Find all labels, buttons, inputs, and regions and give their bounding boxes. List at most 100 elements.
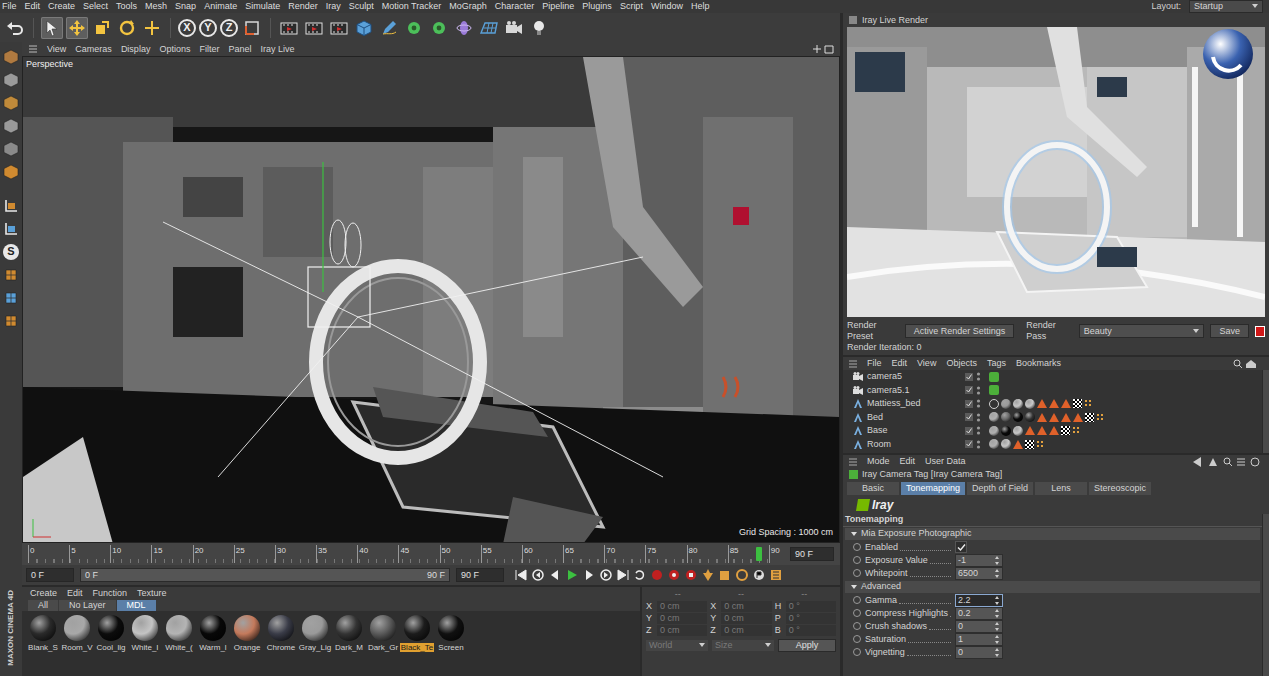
- tool-button[interactable]: [41, 17, 63, 39]
- selection-tag-icon[interactable]: [1037, 413, 1047, 422]
- phong-tag-icon[interactable]: [1072, 426, 1081, 435]
- viewport-menu-item[interactable]: Panel: [228, 44, 251, 55]
- toolbar-button[interactable]: [278, 17, 300, 39]
- material-tag-icon[interactable]: [989, 439, 999, 449]
- parameter-field[interactable]: 2.2: [955, 594, 1003, 607]
- menu-item[interactable]: Pipeline: [542, 1, 574, 12]
- mode-button[interactable]: [2, 197, 20, 215]
- step-forward-icon[interactable]: [582, 569, 596, 581]
- visibility-dots-icon[interactable]: [976, 399, 981, 408]
- object-scrollbar[interactable]: [1262, 370, 1269, 453]
- viewport-menu-item[interactable]: Filter: [199, 44, 219, 55]
- mode-button[interactable]: [2, 140, 20, 158]
- iray-camera-tag-icon[interactable]: [989, 372, 999, 382]
- material-item[interactable]: Black_Te: [402, 615, 432, 676]
- material-menu-item[interactable]: Function: [93, 588, 128, 599]
- navigation-icon[interactable]: [1193, 457, 1263, 467]
- material-item[interactable]: Warm_l: [198, 615, 228, 676]
- selection-tag-icon[interactable]: [1049, 399, 1059, 408]
- rotation-field[interactable]: 0 °: [786, 613, 836, 624]
- menu-item[interactable]: Character: [495, 1, 535, 12]
- material-item[interactable]: Orange: [232, 615, 262, 676]
- max-frame-field[interactable]: 90 F: [456, 568, 504, 583]
- object-row[interactable]: Bed: [843, 411, 1262, 425]
- mode-button[interactable]: [2, 312, 20, 330]
- spinner-arrows-icon[interactable]: [995, 622, 1000, 631]
- parameter-field[interactable]: -1: [955, 554, 1003, 567]
- animate-dot-icon[interactable]: [853, 556, 861, 564]
- go-to-start-icon[interactable]: [514, 569, 528, 581]
- animate-dot-icon[interactable]: [853, 609, 861, 617]
- enabled-check-icon[interactable]: [965, 427, 973, 435]
- menu-item[interactable]: Window: [651, 1, 683, 12]
- range-slider[interactable]: 0 F90 F: [80, 568, 450, 583]
- spinner-arrows-icon[interactable]: [995, 596, 1000, 605]
- material-tag-icon[interactable]: [1025, 399, 1035, 409]
- object-menu-item[interactable]: Edit: [892, 358, 908, 369]
- material-tag-icon[interactable]: [989, 412, 999, 422]
- axis-lock-button[interactable]: Y: [199, 19, 217, 37]
- stop-render-icon[interactable]: [1255, 326, 1265, 337]
- tool-button[interactable]: [141, 17, 163, 39]
- enabled-check-icon[interactable]: [965, 373, 973, 381]
- key-position-icon[interactable]: [701, 569, 715, 581]
- menu-item[interactable]: Mesh: [145, 1, 167, 12]
- object-menu-item[interactable]: View: [917, 358, 936, 369]
- attribute-tab[interactable]: Tonemapping: [901, 482, 965, 495]
- material-menu-item[interactable]: Edit: [67, 588, 83, 599]
- menu-item[interactable]: Motion Tracker: [382, 1, 442, 12]
- coordinate-system-button[interactable]: [241, 17, 263, 39]
- animate-dot-icon[interactable]: [853, 622, 861, 630]
- parameter-field[interactable]: 6500: [955, 567, 1003, 580]
- menu-item[interactable]: MoGraph: [449, 1, 487, 12]
- uvw-tag-icon[interactable]: [1061, 426, 1070, 435]
- selection-tag-icon[interactable]: [1061, 399, 1071, 408]
- autokey-icon[interactable]: [667, 569, 681, 581]
- key-pla-icon[interactable]: [769, 569, 783, 581]
- object-row[interactable]: Room: [843, 438, 1262, 452]
- position-field[interactable]: 0 cm: [657, 625, 707, 636]
- menu-item[interactable]: Tools: [116, 1, 137, 12]
- material-item[interactable]: White_(: [164, 615, 194, 676]
- mode-button[interactable]: [2, 266, 20, 284]
- parameter-checkbox[interactable]: [955, 541, 967, 553]
- menu-item[interactable]: Edit: [25, 1, 41, 12]
- render-pass-dropdown[interactable]: Beauty: [1079, 324, 1205, 339]
- selection-tag-icon[interactable]: [1013, 440, 1023, 449]
- viewport-menu-item[interactable]: Iray Live: [260, 44, 294, 55]
- material-item[interactable]: Gray_Lig: [300, 615, 330, 676]
- layout-dropdown[interactable]: Startup: [1189, 0, 1263, 13]
- spinner-arrows-icon[interactable]: [995, 609, 1000, 618]
- go-to-end-icon[interactable]: [616, 569, 630, 581]
- undo-button[interactable]: [4, 17, 26, 39]
- parameter-field[interactable]: 0.2: [955, 607, 1003, 620]
- object-row[interactable]: camera5: [843, 370, 1262, 384]
- viewport-menu-item[interactable]: Display: [121, 44, 151, 55]
- coordinates-dropdown[interactable]: World: [646, 640, 708, 651]
- selection-tag-icon[interactable]: [1073, 413, 1083, 422]
- material-tag-icon[interactable]: [1013, 399, 1023, 409]
- animate-dot-icon[interactable]: [853, 596, 861, 604]
- material-tag-icon[interactable]: [1013, 412, 1023, 422]
- tool-button[interactable]: [66, 17, 88, 39]
- iray-camera-tag-icon[interactable]: [989, 385, 999, 395]
- mode-button[interactable]: [2, 48, 20, 66]
- enabled-check-icon[interactable]: [965, 413, 973, 421]
- viewport-menu-item[interactable]: View: [47, 44, 66, 55]
- tool-button[interactable]: [91, 17, 113, 39]
- axis-lock-button[interactable]: Z: [220, 19, 238, 37]
- material-item[interactable]: Chrome: [266, 615, 296, 676]
- menu-item[interactable]: Animate: [204, 1, 237, 12]
- search-home-icon[interactable]: [1233, 359, 1263, 369]
- menu-item[interactable]: Simulate: [245, 1, 280, 12]
- viewport-nav-icon[interactable]: [812, 44, 834, 54]
- menu-item[interactable]: Snap: [175, 1, 196, 12]
- phong-tag-icon[interactable]: [1084, 399, 1093, 408]
- display-tag-icon[interactable]: [989, 399, 999, 409]
- toolbar-button[interactable]: [303, 17, 325, 39]
- animate-dot-icon[interactable]: [853, 635, 861, 643]
- visibility-dots-icon[interactable]: [976, 440, 981, 449]
- spinner-arrows-icon[interactable]: [995, 556, 1000, 565]
- object-row[interactable]: Mattiess_bed: [843, 397, 1262, 411]
- toolbar-button[interactable]: [403, 17, 425, 39]
